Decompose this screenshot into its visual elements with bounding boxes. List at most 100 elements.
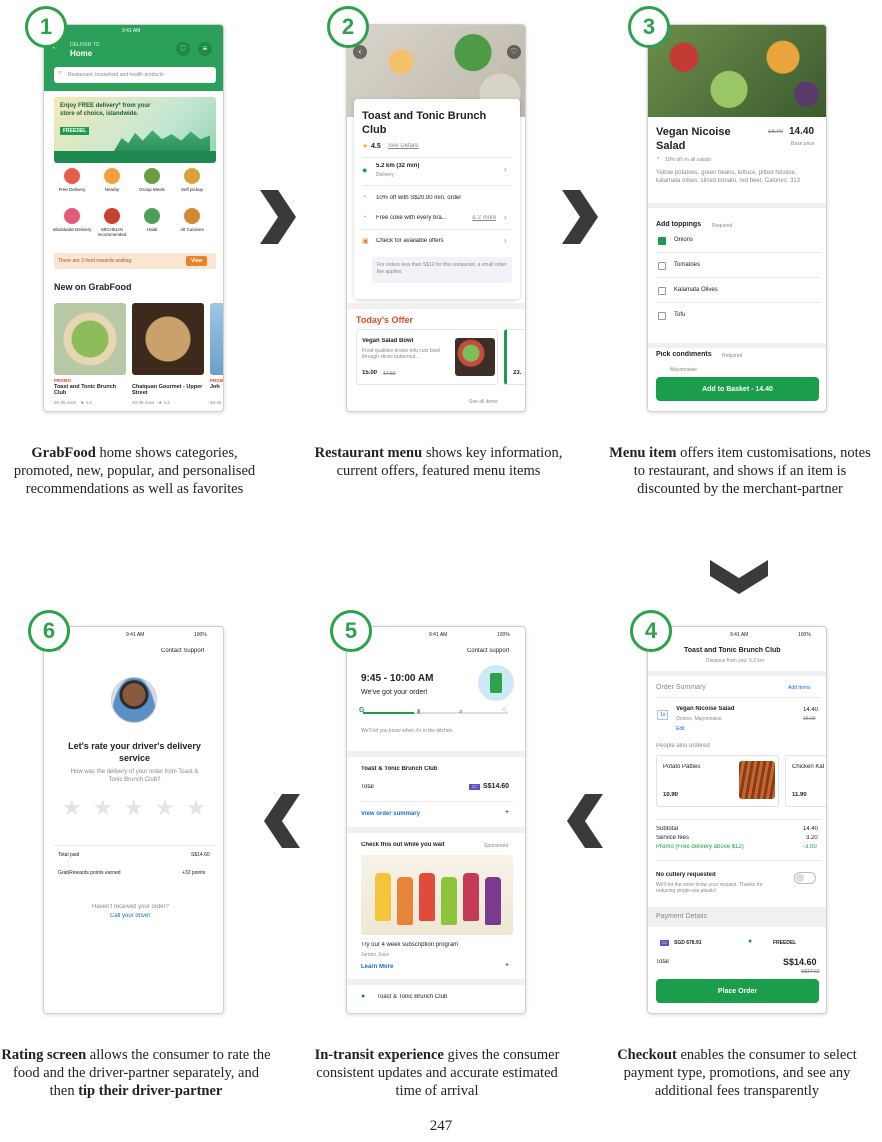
- grab-logo-icon: G: [359, 707, 365, 714]
- flow-arrow-right-icon: [260, 190, 296, 244]
- cutlery-sub: We'll let the store know your request. T…: [656, 882, 763, 894]
- restaurant-card-image[interactable]: [54, 303, 126, 375]
- offer-more-link[interactable]: & 2 more: [472, 215, 496, 221]
- caption-step-2: Restaurant menu shows key information, c…: [314, 445, 563, 479]
- rewards-view-button[interactable]: View: [186, 256, 208, 266]
- condiment-peek: Mayonnaise: [670, 367, 697, 373]
- rating-star-icon[interactable]: ★: [155, 795, 175, 821]
- place-order-button[interactable]: Place Order: [656, 979, 819, 1003]
- topping-checkbox[interactable]: [658, 237, 666, 245]
- discount-icon: ◔: [656, 156, 660, 162]
- favorites-heart-icon[interactable]: ♡: [176, 42, 190, 56]
- driver-avatar: [111, 677, 157, 723]
- total-paid-label: Total paid: [58, 852, 80, 858]
- promo-tag: PROMO: [54, 378, 72, 383]
- restaurant-icon: ●: [361, 993, 366, 1000]
- toppings-title: Add toppings: [656, 221, 702, 228]
- contact-support-link[interactable]: Contact Support: [161, 648, 204, 654]
- plus-icon[interactable]: +: [505, 962, 509, 969]
- card-icon: ▭: [469, 784, 480, 790]
- screen-grabfood-home: 9:41 AM ‹ DELIVER TO Home ♡ ≡ ⌕ Restaura…: [43, 24, 224, 412]
- offer-1: 10% off with S$20.00 min. order: [376, 195, 462, 201]
- quantity-badge[interactable]: 1x: [657, 710, 669, 720]
- topping-checkbox[interactable]: [658, 312, 666, 320]
- flow-arrow-left-icon: [567, 794, 603, 848]
- add-items-link[interactable]: Add Items: [788, 685, 811, 691]
- category-icon[interactable]: [144, 168, 160, 184]
- restaurant-card-image[interactable]: [210, 303, 223, 375]
- item-old-price: 17.50: [383, 371, 396, 377]
- restaurant-info-card: Toast and Tonic Brunch Club ★ 4.5 See De…: [354, 99, 520, 299]
- payment-card[interactable]: SGD 678.91: [674, 940, 702, 946]
- dish-image: [648, 25, 826, 117]
- category-icon[interactable]: [64, 208, 80, 224]
- category-label: All Cuisines: [180, 227, 204, 232]
- caption-step-1: GrabFood home shows categories, promoted…: [13, 445, 256, 497]
- discount-text: 10% off on all salads: [665, 157, 712, 163]
- rating-star-icon[interactable]: ★: [93, 795, 113, 821]
- learn-more-link[interactable]: Learn More: [361, 964, 393, 970]
- rewards-bar: There are 3 food rewards waiting. View: [54, 253, 216, 269]
- rating-star-icon[interactable]: ★: [62, 795, 82, 821]
- flow-arrow-down-icon: [710, 560, 768, 594]
- chevron-right-icon[interactable]: ›: [504, 213, 507, 222]
- toppings-required: Required: [712, 223, 733, 229]
- rating-star-icon[interactable]: ★: [124, 795, 144, 821]
- call-driver-link[interactable]: Call your driver: [110, 913, 150, 919]
- promo-value: -3.00: [803, 844, 817, 850]
- eta-text: 9:45 - 10:00 AM: [361, 673, 434, 684]
- item-image: [455, 338, 495, 376]
- footer-restaurant[interactable]: Toast & Tonic Brunch Club: [377, 994, 447, 1000]
- rec-image: [739, 761, 775, 799]
- category-icon[interactable]: [184, 168, 200, 184]
- see-all-items[interactable]: See all items: [469, 399, 498, 405]
- featured-item-card[interactable]: Vegan Salad Bowl Food qualities braise t…: [356, 329, 498, 385]
- restaurant-name: Toast and Tonic Brunch Club: [362, 110, 487, 136]
- orders-list-icon[interactable]: ≡: [198, 42, 212, 56]
- small-order-note: For orders less than S$12 for this resta…: [377, 262, 507, 275]
- category-icon[interactable]: [104, 208, 120, 224]
- topping-checkbox[interactable]: [658, 287, 666, 295]
- category-icon[interactable]: [104, 168, 120, 184]
- plus-icon[interactable]: +: [505, 809, 509, 816]
- chevron-right-icon[interactable]: ›: [504, 165, 507, 174]
- promo-code[interactable]: FREEDEL: [773, 940, 796, 946]
- location-selector[interactable]: Home: [70, 49, 92, 58]
- category-label: Halal: [146, 227, 158, 232]
- topping-label: Onions: [674, 237, 694, 243]
- item2-price: 23.: [513, 370, 522, 376]
- item-price: 15.00: [362, 370, 378, 376]
- status-battery: 100%: [497, 632, 510, 638]
- category-label: Nearby: [104, 187, 120, 192]
- item-desc: Food qualities braise tofu cuts bowl thr…: [362, 348, 441, 360]
- category-icon[interactable]: [64, 168, 80, 184]
- recommendation-card[interactable]: Chicken Kat 11.90: [785, 755, 826, 807]
- recommendation-card[interactable]: Potato Patties 10.90: [656, 755, 779, 807]
- restaurant-card-name: Toast and Tonic Brunch Club: [54, 384, 117, 396]
- restaurant-card-image[interactable]: [132, 303, 204, 375]
- favorite-heart-icon[interactable]: ♡: [507, 45, 521, 59]
- flow-arrow-left-icon: [264, 794, 300, 848]
- view-order-summary-link[interactable]: View order summary: [361, 811, 420, 817]
- category-icon[interactable]: [144, 208, 160, 224]
- search-input[interactable]: ⌕ Restaurant, household and health produ…: [54, 67, 216, 83]
- back-icon[interactable]: ‹: [353, 45, 367, 59]
- chevron-right-icon[interactable]: ›: [504, 236, 507, 245]
- scooter-icon: ⌀: [459, 709, 463, 715]
- cutlery-toggle[interactable]: [794, 872, 816, 884]
- promo-banner[interactable]: Enjoy FREE delivery* from your store of …: [54, 97, 216, 163]
- caption-step-5: In-transit experience gives the consumer…: [314, 1047, 560, 1099]
- edit-item-link[interactable]: Edit: [676, 726, 685, 732]
- check-offers[interactable]: Check for available offers: [376, 238, 444, 244]
- contact-support-link[interactable]: Contact support: [467, 648, 509, 654]
- topping-label: Tofu: [674, 312, 686, 318]
- category-icon[interactable]: [184, 208, 200, 224]
- see-details-link[interactable]: See Details: [388, 143, 419, 149]
- checkout-subtitle: Distance from you: 5.2 km: [706, 658, 765, 664]
- status-time: 9:41 AM: [126, 632, 145, 638]
- step-badge-4: 4: [630, 610, 672, 652]
- topping-checkbox[interactable]: [658, 262, 666, 270]
- rating-star-icon[interactable]: ★: [186, 795, 206, 821]
- add-to-basket-button[interactable]: Add to Basket - 14.40: [656, 377, 819, 401]
- todays-offer-title: Today's Offer: [356, 315, 413, 325]
